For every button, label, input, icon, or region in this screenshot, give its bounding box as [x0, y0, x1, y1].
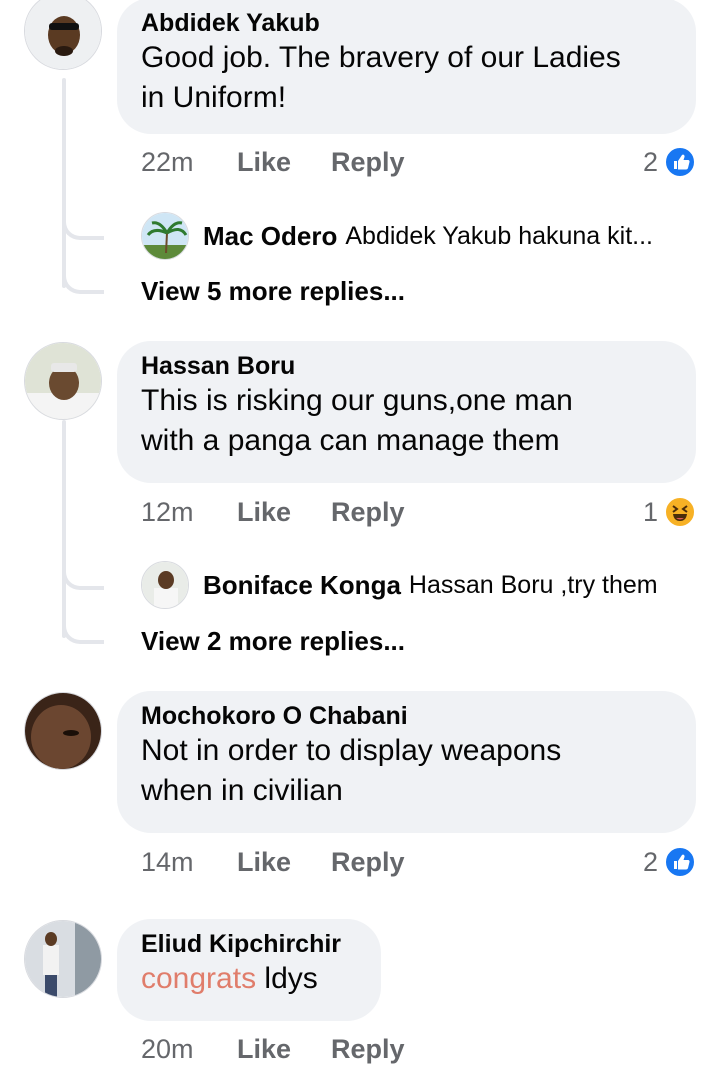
comment-author[interactable]: Mochokoro O Chabani: [141, 701, 672, 731]
comment-author[interactable]: Hassan Boru: [141, 351, 672, 381]
thread-line: [62, 78, 66, 288]
like-icon: [664, 846, 696, 878]
avatar-photo: [25, 921, 101, 997]
reaction-summary[interactable]: 2: [643, 144, 696, 180]
comment-actions: 22m Like Reply: [141, 144, 405, 180]
comment-actions: 14m Like Reply: [141, 844, 405, 880]
avatar-photo: [142, 213, 188, 259]
comment-text-rest: ldys: [256, 962, 318, 995]
comment-time: 12m: [141, 496, 194, 527]
like-button[interactable]: Like: [237, 847, 331, 878]
comment-text: This is risking our guns,one man: [141, 384, 573, 417]
avatar-hassan-boru[interactable]: [24, 342, 102, 420]
view-more-replies[interactable]: View 2 more replies...: [141, 626, 405, 657]
reaction-summary[interactable]: 2: [643, 844, 696, 880]
avatar-photo: [25, 693, 101, 769]
reaction-count: 2: [642, 846, 658, 877]
reply-author[interactable]: Boniface Konga: [203, 570, 401, 601]
comment-text: Not in order to display weapons: [141, 734, 562, 767]
comment-bubble[interactable]: Abdidek Yakub Good job. The bravery of o…: [117, 0, 696, 134]
comment-bubble[interactable]: Eliud Kipchirchir congrats ldys: [117, 919, 381, 1021]
tagged-text[interactable]: congrats: [141, 962, 256, 995]
avatar-mac-odero[interactable]: [141, 212, 189, 260]
comment-text: when in civilian: [141, 774, 343, 807]
thread-line: [62, 420, 66, 638]
avatar-photo: [142, 562, 188, 608]
view-more-replies[interactable]: View 5 more replies...: [141, 276, 405, 307]
reply-button[interactable]: Reply: [331, 497, 405, 528]
reply-button[interactable]: Reply: [331, 1034, 405, 1065]
reply-connector: [62, 266, 104, 294]
reply-connector: [62, 562, 104, 590]
reaction-count: 2: [642, 146, 658, 177]
avatar-photo: [25, 0, 101, 69]
avatar-photo: [25, 343, 101, 419]
reply-button[interactable]: Reply: [331, 147, 405, 178]
avatar-mochokoro-o-chabani[interactable]: [24, 692, 102, 770]
reaction-count: 1: [642, 496, 658, 527]
reply-author[interactable]: Mac Odero: [203, 221, 337, 252]
comment-author[interactable]: Eliud Kipchirchir: [141, 929, 357, 959]
like-button[interactable]: Like: [237, 1034, 331, 1065]
reply-preview[interactable]: Boniface Konga Hassan Boru ,try them: [141, 561, 658, 609]
haha-icon: [664, 496, 696, 528]
comment-text: in Uniform!: [141, 81, 287, 114]
comment-text: with a panga can manage them: [141, 424, 560, 457]
comment-time: 14m: [141, 846, 194, 877]
comment-bubble[interactable]: Hassan Boru This is risking our guns,one…: [117, 341, 696, 483]
comment-time: 20m: [141, 1033, 194, 1064]
like-button[interactable]: Like: [237, 147, 331, 178]
avatar-eliud-kipchirchir[interactable]: [24, 920, 102, 998]
reply-text: Abdidek Yakub hakuna kit...: [345, 221, 653, 250]
reaction-summary[interactable]: 1: [643, 494, 696, 530]
comment-text: congrats ldys: [141, 959, 357, 999]
reply-connector: [62, 212, 104, 240]
comment-author[interactable]: Abdidek Yakub: [141, 8, 672, 38]
comment-bubble[interactable]: Mochokoro O Chabani Not in order to disp…: [117, 691, 696, 833]
like-button[interactable]: Like: [237, 497, 331, 528]
avatar-abdidek-yakub[interactable]: [24, 0, 102, 70]
reply-button[interactable]: Reply: [331, 847, 405, 878]
reply-preview[interactable]: Mac Odero Abdidek Yakub hakuna kit...: [141, 212, 653, 260]
reply-text: Hassan Boru ,try them: [408, 570, 658, 599]
reply-connector: [62, 616, 104, 644]
comment-actions: 12m Like Reply: [141, 494, 405, 530]
comment-text: Good job. The bravery of our Ladies: [141, 41, 621, 74]
comment-time: 22m: [141, 146, 194, 177]
like-icon: [664, 146, 696, 178]
comment-actions: 20m Like Reply: [141, 1031, 405, 1067]
avatar-boniface-konga[interactable]: [141, 561, 189, 609]
